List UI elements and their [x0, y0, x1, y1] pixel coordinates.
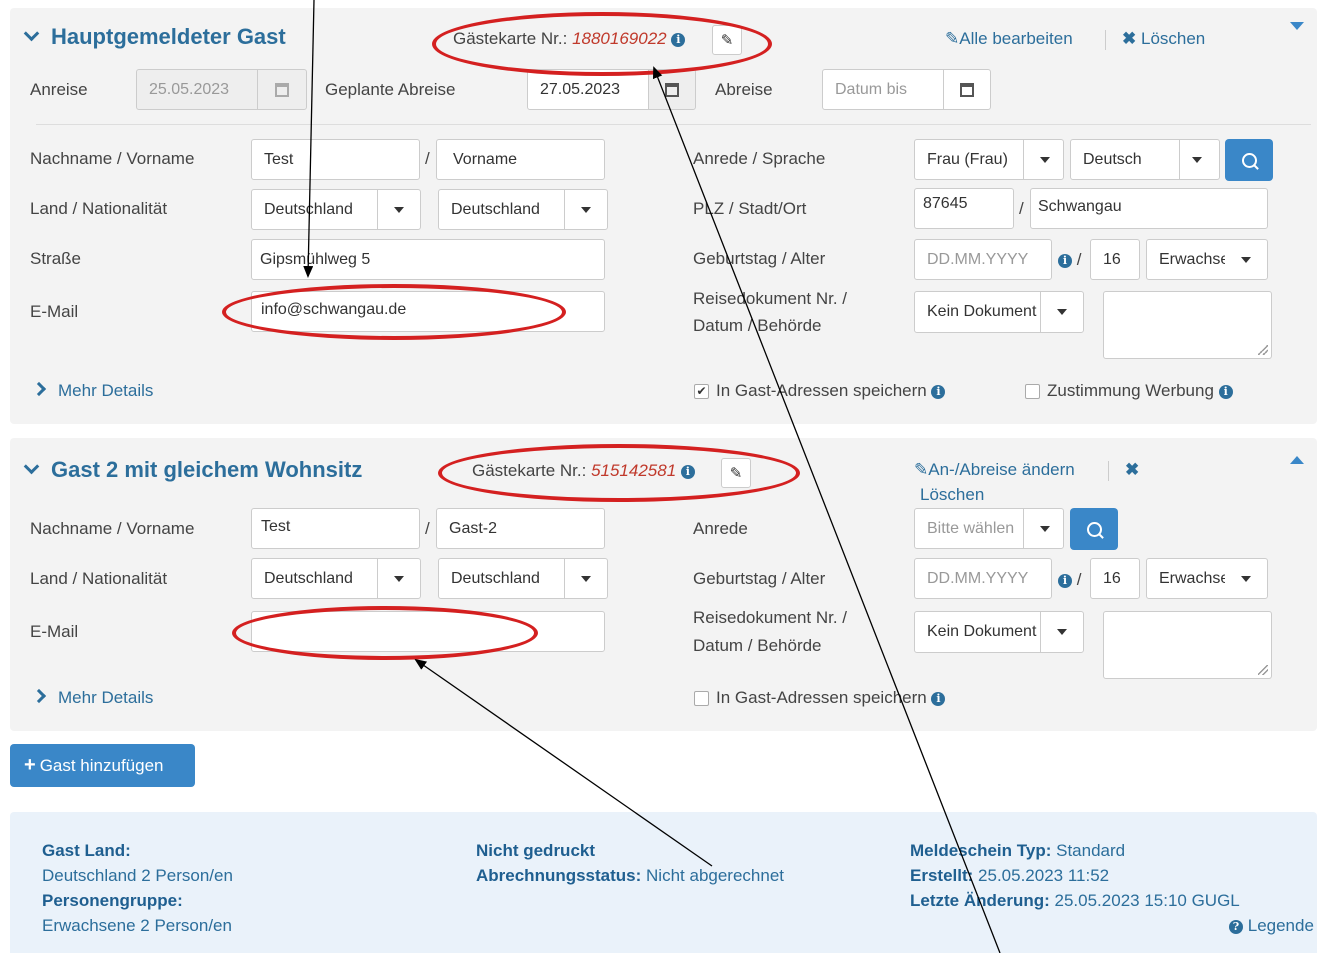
- annotation-arrow: [414, 658, 713, 867]
- annotation-arrow: [652, 66, 1001, 953]
- annotation-arrows: [303, 0, 1001, 953]
- annotation-arrow: [303, 0, 315, 278]
